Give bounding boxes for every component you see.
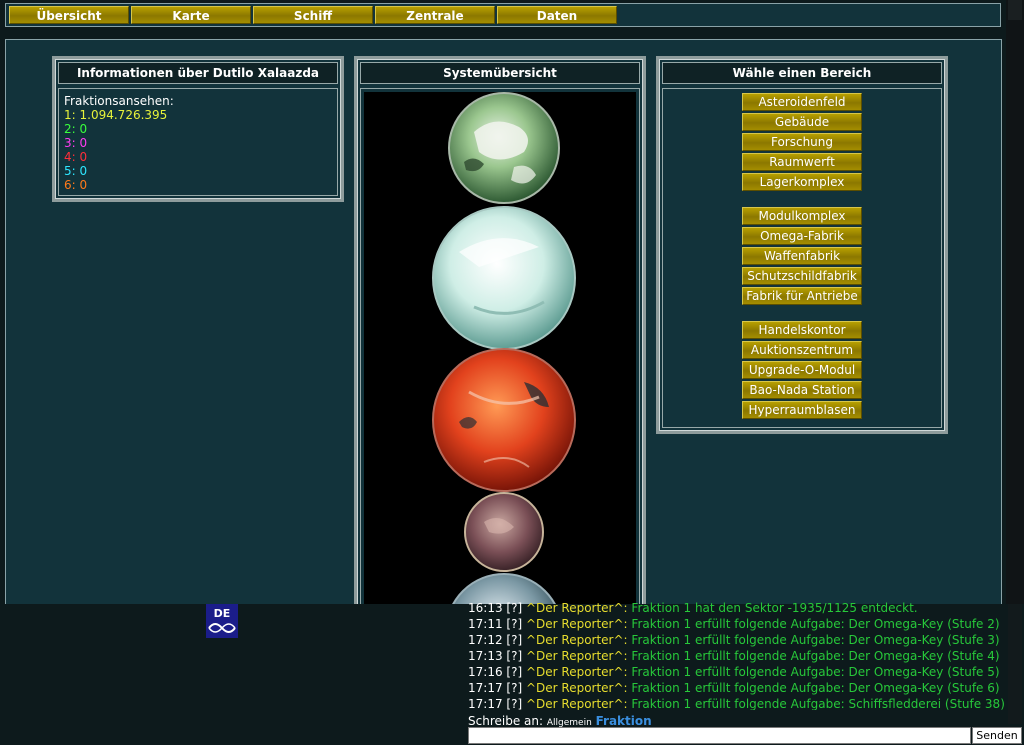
system-overview-box: Systemübersicht bbox=[354, 56, 646, 616]
chat-channel-selector: Schreibe an: Allgemein Fraktion bbox=[468, 714, 652, 728]
main-panel: Informationen über Dutilo Xalaazda Frakt… bbox=[5, 39, 1002, 616]
faction-reputation-row: 4: 0 bbox=[64, 150, 337, 164]
faction-reputation-row: 2: 0 bbox=[64, 122, 337, 136]
channel-fraktion-link[interactable]: Fraktion bbox=[596, 714, 652, 728]
handelskontor-button[interactable]: Handelskontor bbox=[742, 321, 862, 339]
hyperraumblasen-button[interactable]: Hyperraumblasen bbox=[742, 401, 862, 419]
top-navigation: Übersicht Karte Schiff Zentrale Daten bbox=[5, 3, 1001, 27]
nav-schiff-button[interactable]: Schiff bbox=[253, 6, 373, 24]
chat-log: 16:13 [?] ^Der Reporter^: Fraktion 1 hat… bbox=[468, 600, 1008, 710]
chat-sender[interactable]: ^Der Reporter^: bbox=[526, 617, 628, 631]
chat-sender[interactable]: ^Der Reporter^: bbox=[526, 665, 628, 679]
auktionszentrum-button[interactable]: Auktionszentrum bbox=[742, 341, 862, 359]
faction-number: 1: bbox=[64, 108, 76, 122]
faction-reputation: Fraktionsansehen: 1: 1.094.726.395 2: 0 3:… bbox=[58, 88, 338, 196]
chat-timestamp: 17:16 [?] bbox=[468, 665, 523, 679]
page-scrollbar-thumb[interactable] bbox=[1008, 0, 1022, 20]
chat-line: 17:12 [?] ^Der Reporter^: Fraktion 1 erf… bbox=[468, 632, 1008, 648]
system-overview-body bbox=[360, 88, 640, 610]
forschung-button[interactable]: Forschung bbox=[742, 133, 862, 151]
chat-message: Fraktion 1 erfüllt folgende Aufgabe: Der… bbox=[631, 681, 1000, 695]
chat-line: 17:13 [?] ^Der Reporter^: Fraktion 1 erf… bbox=[468, 648, 1008, 664]
info-box-title: Informationen über Dutilo Xalaazda bbox=[58, 62, 338, 84]
faction-number: 6: bbox=[64, 178, 76, 192]
asteroidenfeld-button[interactable]: Asteroidenfeld bbox=[742, 93, 862, 111]
faction-reputation-row: 3: 0 bbox=[64, 136, 337, 150]
upgrade-o-modul-button[interactable]: Upgrade-O-Modul bbox=[742, 361, 862, 379]
chat-sender[interactable]: ^Der Reporter^: bbox=[526, 601, 628, 615]
chat-timestamp: 17:12 [?] bbox=[468, 633, 523, 647]
area-select-title: Wähle einen Bereich bbox=[662, 62, 942, 84]
faction-reputation-row: 1: 1.094.726.395 bbox=[64, 108, 337, 122]
chat-sender[interactable]: ^Der Reporter^: bbox=[526, 697, 628, 710]
faction-number: 3: bbox=[64, 136, 76, 150]
chat-line: 17:16 [?] ^Der Reporter^: Fraktion 1 erf… bbox=[468, 664, 1008, 680]
faction-number: 4: bbox=[64, 150, 76, 164]
chat-sender[interactable]: ^Der Reporter^: bbox=[526, 681, 628, 695]
write-to-label: Schreibe an: bbox=[468, 714, 544, 728]
chat-line: 17:17 [?] ^Der Reporter^: Fraktion 1 erf… bbox=[468, 680, 1008, 696]
chat-timestamp: 16:13 [?] bbox=[468, 601, 523, 615]
nav-daten-button[interactable]: Daten bbox=[497, 6, 617, 24]
planet-list bbox=[364, 92, 636, 609]
chat-line: 16:13 [?] ^Der Reporter^: Fraktion 1 hat… bbox=[468, 600, 1008, 616]
gebaeude-button[interactable]: Gebäude bbox=[742, 113, 862, 131]
chat-line: 17:11 [?] ^Der Reporter^: Fraktion 1 erf… bbox=[468, 616, 1008, 632]
planets-graphic bbox=[432, 92, 576, 609]
faction-reputation-row: 6: 0 bbox=[64, 178, 337, 192]
chat-timestamp: 17:13 [?] bbox=[468, 649, 523, 663]
raumwerft-button[interactable]: Raumwerft bbox=[742, 153, 862, 171]
nav-zentrale-button[interactable]: Zentrale bbox=[375, 6, 495, 24]
chat-area: 16:13 [?] ^Der Reporter^: Fraktion 1 hat… bbox=[0, 601, 1024, 745]
chat-sender[interactable]: ^Der Reporter^: bbox=[526, 633, 628, 647]
svg-text:DE: DE bbox=[214, 607, 231, 620]
small-pink-planet[interactable] bbox=[464, 492, 544, 572]
area-button-list: Asteroidenfeld Gebäude Forschung Raumwer… bbox=[662, 88, 942, 428]
chat-message-input[interactable] bbox=[468, 727, 971, 744]
faction-reputation-value: 0 bbox=[79, 178, 88, 192]
chat-message: Fraktion 1 erfüllt folgende Aufgabe: Der… bbox=[631, 633, 1000, 647]
green-cloud-planet[interactable] bbox=[448, 92, 560, 204]
chat-message: Fraktion 1 erfüllt folgende Aufgabe: Der… bbox=[631, 665, 1000, 679]
fabrik-fuer-antriebe-button[interactable]: Fabrik für Antriebe bbox=[742, 287, 862, 305]
faction-reputation-label: Fraktionsansehen: bbox=[64, 94, 174, 108]
system-overview-title: Systemübersicht bbox=[360, 62, 640, 84]
language-flag-icon[interactable]: DE bbox=[206, 604, 238, 638]
chat-scrollbar[interactable] bbox=[1008, 604, 1022, 724]
chat-sender[interactable]: ^Der Reporter^: bbox=[526, 649, 628, 663]
red-lava-planet[interactable] bbox=[432, 348, 576, 492]
omega-fabrik-button[interactable]: Omega-Fabrik bbox=[742, 227, 862, 245]
chat-timestamp: 17:17 [?] bbox=[468, 697, 523, 710]
bao-nada-station-button[interactable]: Bao-Nada Station bbox=[742, 381, 862, 399]
nav-karte-button[interactable]: Karte bbox=[131, 6, 251, 24]
area-select-box: Wähle einen Bereich Asteroidenfeld Gebäu… bbox=[656, 56, 948, 434]
send-button[interactable]: Senden bbox=[972, 727, 1022, 744]
faction-reputation-value: 0 bbox=[79, 122, 88, 136]
chat-timestamp: 17:11 [?] bbox=[468, 617, 523, 631]
chat-timestamp: 17:17 [?] bbox=[468, 681, 523, 695]
ice-planet[interactable] bbox=[432, 206, 576, 350]
chat-message: Fraktion 1 erfüllt folgende Aufgabe: Der… bbox=[631, 617, 1000, 631]
faction-reputation-value: 0 bbox=[79, 164, 88, 178]
page-scrollbar[interactable] bbox=[1006, 0, 1024, 605]
info-box: Informationen über Dutilo Xalaazda Frakt… bbox=[52, 56, 344, 202]
nav-uebersicht-button[interactable]: Übersicht bbox=[9, 6, 129, 24]
faction-reputation-row: 5: 0 bbox=[64, 164, 337, 178]
faction-reputation-value: 1.094.726.395 bbox=[79, 108, 168, 122]
faction-reputation-value: 0 bbox=[79, 150, 88, 164]
modulkomplex-button[interactable]: Modulkomplex bbox=[742, 207, 862, 225]
chat-line: 17:17 [?] ^Der Reporter^: Fraktion 1 erf… bbox=[468, 696, 1008, 710]
faction-reputation-value: 0 bbox=[79, 136, 88, 150]
chat-message: Fraktion 1 erfüllt folgende Aufgabe: Der… bbox=[631, 649, 1000, 663]
faction-number: 5: bbox=[64, 164, 76, 178]
schutzschildfabrik-button[interactable]: Schutzschildfabrik bbox=[742, 267, 862, 285]
chat-message: Fraktion 1 erfüllt folgende Aufgabe: Sch… bbox=[631, 697, 1005, 710]
waffenfabrik-button[interactable]: Waffenfabrik bbox=[742, 247, 862, 265]
lagerkomplex-button[interactable]: Lagerkomplex bbox=[742, 173, 862, 191]
chat-message: Fraktion 1 hat den Sektor -1935/1125 ent… bbox=[631, 601, 918, 615]
faction-number: 2: bbox=[64, 122, 76, 136]
